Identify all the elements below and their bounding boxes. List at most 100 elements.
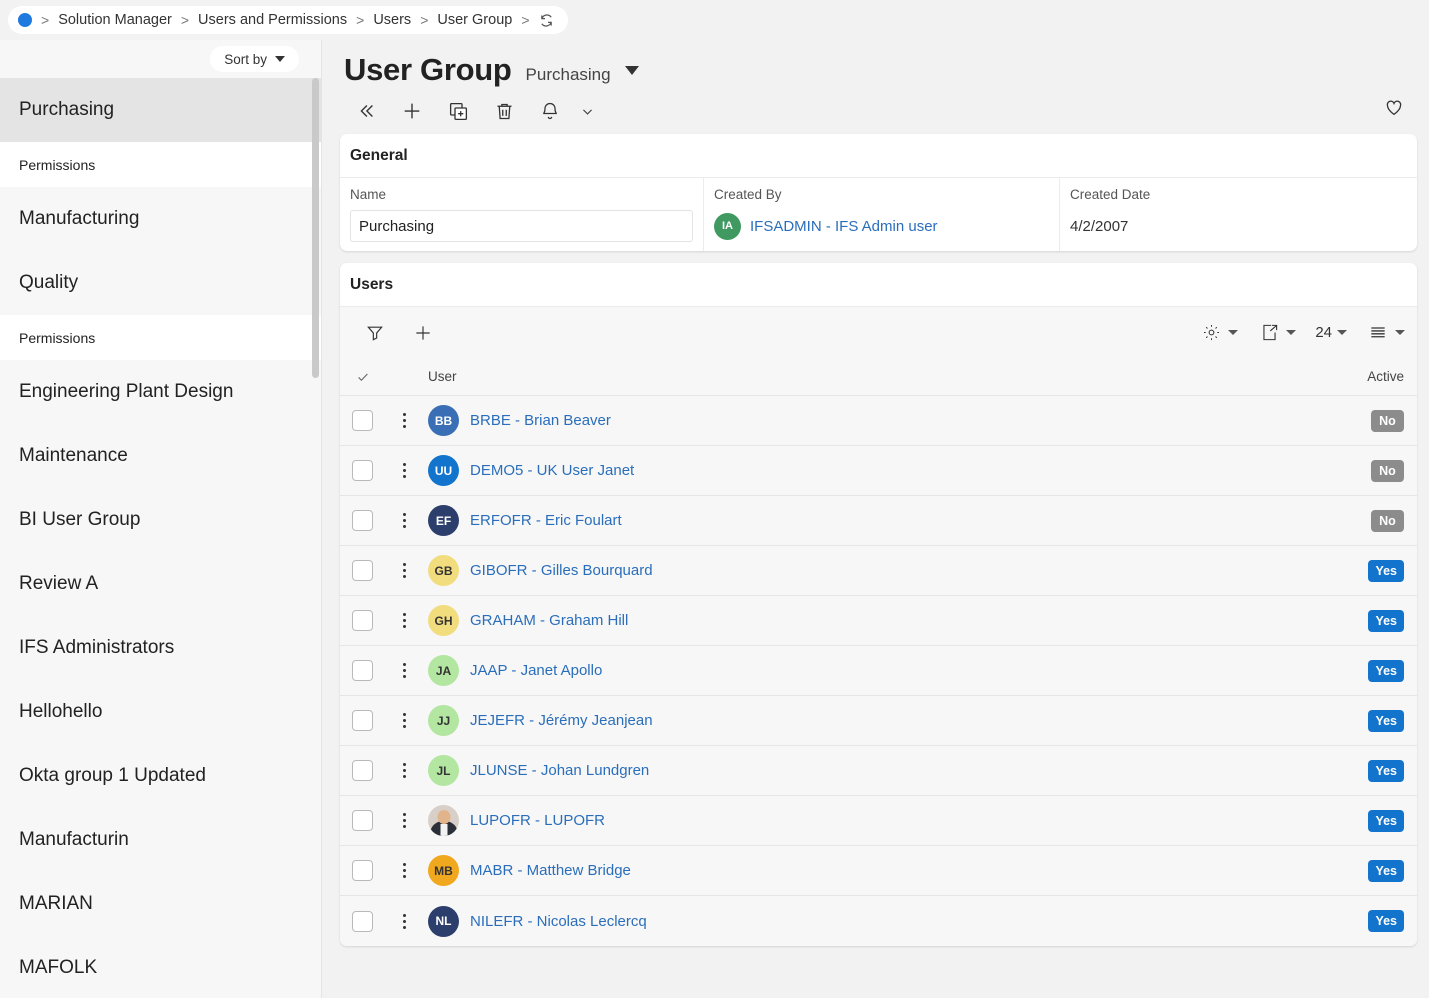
sidebar-item-manufacturing[interactable]: Manufacturing (0, 187, 321, 251)
row-menu-icon[interactable] (385, 863, 424, 878)
sidebar-item-purchasing[interactable]: Purchasing (0, 78, 321, 142)
table-row[interactable]: GBGIBOFR - Gilles BourquardYes (340, 546, 1417, 596)
row-checkbox[interactable] (352, 560, 373, 581)
row-menu-icon[interactable] (385, 813, 424, 828)
sidebar-item-okta-group-1-updated[interactable]: Okta group 1 Updated (0, 744, 321, 808)
row-menu-icon[interactable] (385, 763, 424, 778)
table-row[interactable]: JAJAAP - Janet ApolloYes (340, 646, 1417, 696)
breadcrumb-item-solution-manager[interactable]: Solution Manager (58, 12, 172, 28)
breadcrumb-item-users[interactable]: Users (373, 12, 411, 28)
table-row[interactable]: JJJEJEFR - Jérémy JeanjeanYes (340, 696, 1417, 746)
general-fields: Name Purchasing Created By IA IFSADMIN -… (340, 177, 1417, 251)
row-checkbox[interactable] (352, 660, 373, 681)
sidebar-item-label: IFS Administrators (19, 637, 174, 659)
breadcrumb-item-users-and-permissions[interactable]: Users and Permissions (198, 12, 347, 28)
table-row[interactable]: GHGRAHAM - Graham HillYes (340, 596, 1417, 646)
table-row[interactable]: BBBRBE - Brian BeaverNo (340, 396, 1417, 446)
row-checkbox[interactable] (352, 460, 373, 481)
row-checkbox[interactable] (352, 760, 373, 781)
user-link[interactable]: JEJEFR - Jérémy Jeanjean (470, 712, 653, 729)
sidebar-item-bi-user-group[interactable]: BI User Group (0, 488, 321, 552)
row-menu-icon[interactable] (385, 563, 424, 578)
table-row[interactable]: LUPOFR - LUPOFRYes (340, 796, 1417, 846)
table-row[interactable]: MBMABR - Matthew BridgeYes (340, 846, 1417, 896)
notification-icon[interactable] (528, 91, 572, 131)
row-checkbox[interactable] (352, 810, 373, 831)
filter-icon[interactable] (360, 316, 390, 350)
gear-icon[interactable] (1196, 316, 1226, 350)
user-link[interactable]: MABR - Matthew Bridge (470, 862, 631, 879)
row-menu-icon[interactable] (385, 713, 424, 728)
avatar: IA (714, 213, 741, 240)
export-icon[interactable] (1254, 316, 1284, 350)
sidebar-item-marian[interactable]: MARIAN (0, 872, 321, 936)
row-checkbox[interactable] (352, 410, 373, 431)
export-chevron-down-icon[interactable] (1286, 330, 1296, 335)
user-link[interactable]: LUPOFR - LUPOFR (470, 812, 605, 829)
created-by-link[interactable]: IFSADMIN - IFS Admin user (750, 218, 938, 235)
row-menu-icon[interactable] (385, 513, 424, 528)
add-row-icon[interactable] (408, 316, 438, 350)
user-cell: UU DEMO5 - UK User Janet (424, 455, 1331, 486)
column-header-user[interactable]: User (424, 369, 1331, 384)
sidebar-item-mafolk[interactable]: MAFOLK (0, 936, 321, 998)
row-menu-icon[interactable] (385, 463, 424, 478)
sidebar-item-engineering-plant-design[interactable]: Engineering Plant Design (0, 360, 321, 424)
user-cell: BBBRBE - Brian Beaver (424, 405, 1331, 436)
sidebar-item-permissions[interactable]: Permissions (0, 315, 321, 360)
row-menu-icon[interactable] (385, 663, 424, 678)
row-checkbox[interactable] (352, 510, 373, 531)
list-density-icon[interactable] (1363, 316, 1393, 350)
user-link[interactable]: JLUNSE - Johan Lundgren (470, 762, 649, 779)
row-checkbox[interactable] (352, 860, 373, 881)
row-checkbox[interactable] (352, 610, 373, 631)
sidebar-item-permissions[interactable]: Permissions (0, 142, 321, 187)
record-selector-chevron-down-icon[interactable] (625, 66, 639, 75)
page-size-chevron-down-icon[interactable] (1337, 330, 1347, 335)
sidebar-item-manufacturin[interactable]: Manufacturin (0, 808, 321, 872)
user-link[interactable]: BRBE - Brian Beaver (470, 412, 611, 429)
row-checkbox[interactable] (352, 911, 373, 932)
users-toolbar-left (360, 316, 438, 350)
sidebar-item-quality[interactable]: Quality (0, 251, 321, 315)
row-checkbox[interactable] (352, 710, 373, 731)
breadcrumb-item-user-group[interactable]: User Group (437, 12, 512, 28)
duplicate-icon[interactable] (436, 91, 480, 131)
sidebar-item-ifs-administrators[interactable]: IFS Administrators (0, 616, 321, 680)
table-row[interactable]: JLJLUNSE - Johan LundgrenYes (340, 746, 1417, 796)
user-link[interactable]: ERFOFR - Eric Foulart (470, 512, 622, 529)
sidebar-scrollbar-thumb[interactable] (312, 78, 319, 378)
row-menu-icon[interactable] (385, 613, 424, 628)
collapse-icon[interactable] (344, 91, 388, 131)
user-link[interactable]: DEMO5 - UK User Janet (470, 462, 634, 479)
user-link[interactable]: NILEFR - Nicolas Leclercq (470, 913, 647, 930)
notification-chevron-down-icon[interactable] (574, 91, 600, 131)
name-label: Name (350, 187, 693, 202)
row-menu-icon[interactable] (385, 413, 424, 428)
table-row[interactable]: UUDEMO5 - UK User JanetNo (340, 446, 1417, 496)
sidebar-scrollbar[interactable] (312, 78, 319, 998)
select-all-checkmark-icon[interactable] (340, 370, 385, 384)
table-row[interactable]: NLNILEFR - Nicolas LeclercqYes (340, 896, 1417, 946)
sidebar-item-review-a[interactable]: Review A (0, 552, 321, 616)
user-link[interactable]: GRAHAM - Graham Hill (470, 612, 628, 629)
user-link[interactable]: GIBOFR - Gilles Bourquard (470, 562, 653, 579)
name-input[interactable]: Purchasing (350, 210, 693, 242)
avatar: UU (428, 455, 459, 486)
delete-icon[interactable] (482, 91, 526, 131)
sidebar-item-hellohello[interactable]: Hellohello (0, 680, 321, 744)
sort-by-button[interactable]: Sort by (210, 46, 299, 72)
row-menu-icon[interactable] (385, 914, 424, 929)
refresh-icon[interactable] (539, 13, 554, 28)
settings-chevron-down-icon[interactable] (1228, 330, 1238, 335)
page-size-value[interactable]: 24 (1312, 324, 1335, 341)
user-cell: NLNILEFR - Nicolas Leclercq (424, 906, 1331, 937)
add-icon[interactable] (390, 91, 434, 131)
active-cell: Yes (1331, 760, 1417, 782)
column-header-active[interactable]: Active (1331, 369, 1417, 384)
user-link[interactable]: JAAP - Janet Apollo (470, 662, 602, 679)
density-chevron-down-icon[interactable] (1395, 330, 1405, 335)
table-row[interactable]: EFERFOFR - Eric FoulartNo (340, 496, 1417, 546)
heart-icon[interactable] (1383, 96, 1405, 123)
sidebar-item-maintenance[interactable]: Maintenance (0, 424, 321, 488)
